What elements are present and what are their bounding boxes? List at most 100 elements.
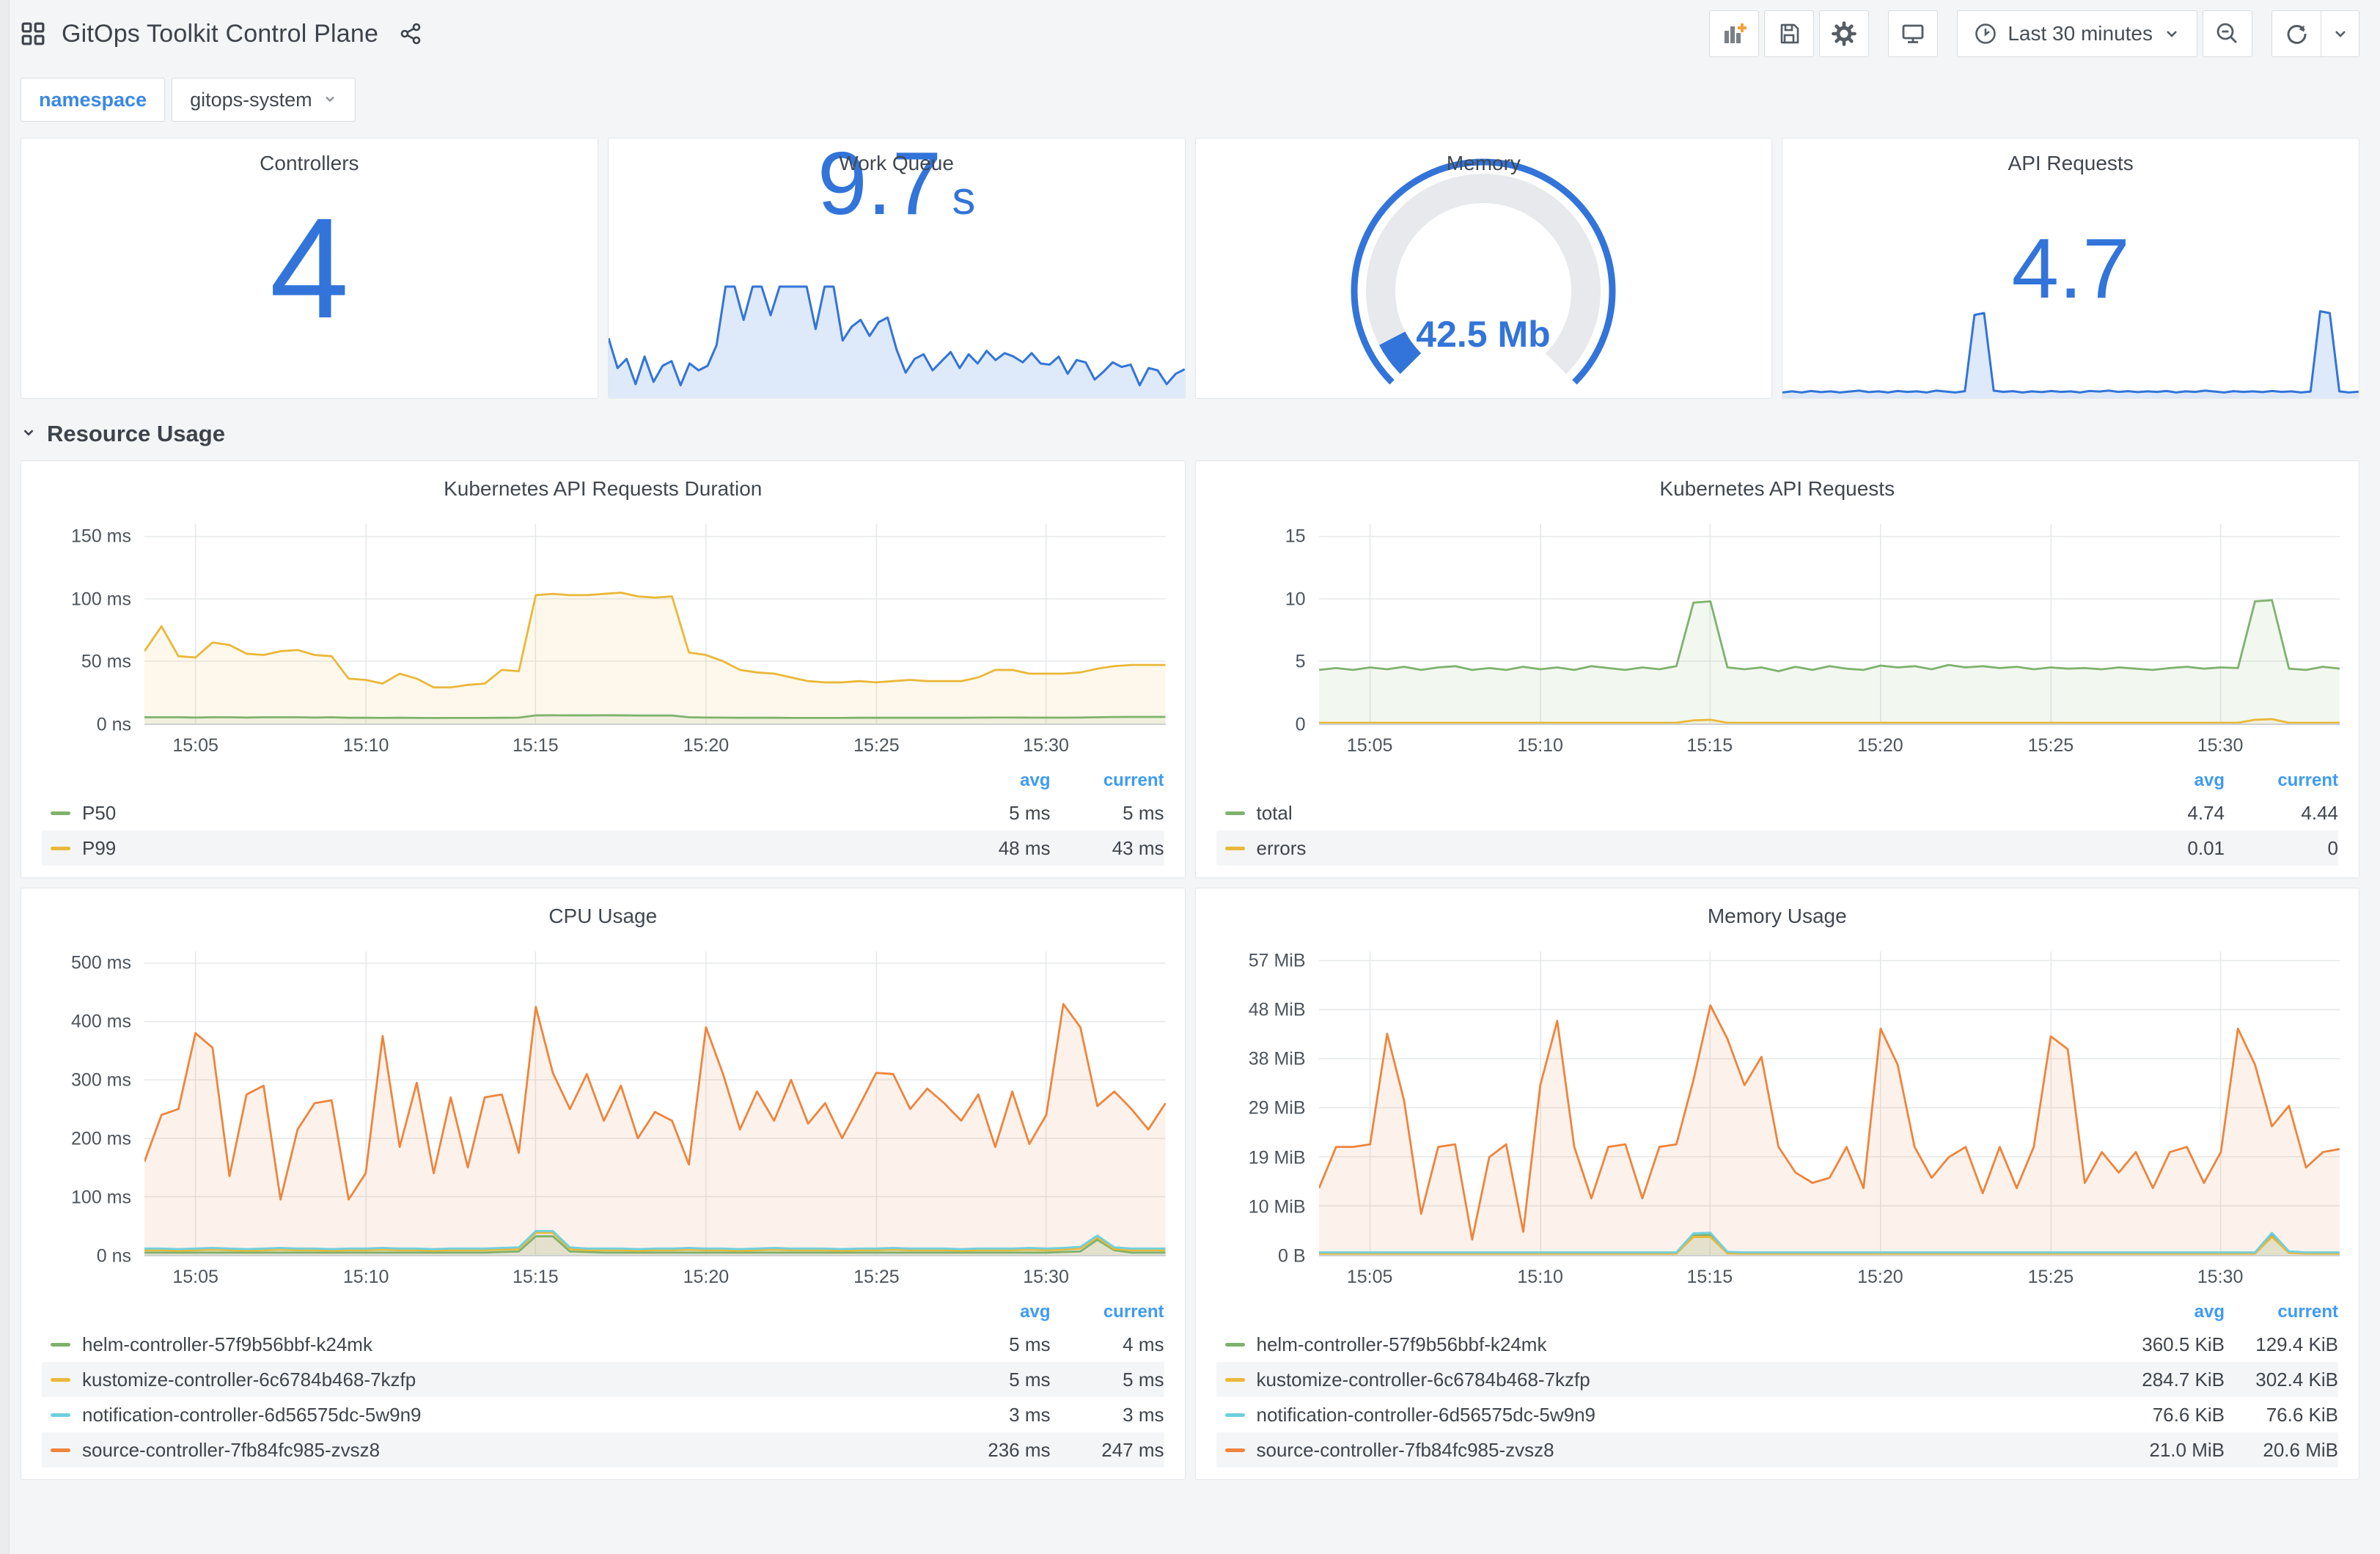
panel-title[interactable]: API Requests xyxy=(1782,139,2359,175)
y-tick-label: 0 xyxy=(1295,714,1306,735)
legend-series-name[interactable]: notification-controller-6d56575dc-5w9n9 xyxy=(1257,1404,2130,1426)
plot-area[interactable]: 15:05 15:10 15:15 15:20 15:25 15:30 xyxy=(1318,524,2340,756)
chart-canvas xyxy=(144,951,1166,1255)
legend-row: source-controller-7fb84fc985-zvsz8 236 ms… xyxy=(42,1432,1164,1468)
legend-col-current[interactable]: current xyxy=(2225,1302,2338,1322)
legend-col-avg[interactable]: avg xyxy=(2129,770,2225,791)
y-tick-label: 57 MiB xyxy=(1248,950,1306,971)
legend-current-value: 20.6 MiB xyxy=(2263,1438,2338,1461)
series-color-dash xyxy=(1224,846,1245,850)
x-tick-label: 15:15 xyxy=(513,1267,559,1287)
panel-title[interactable]: Memory xyxy=(1196,139,1772,175)
dashboard-title[interactable]: GitOps Toolkit Control Plane xyxy=(62,20,378,48)
legend-col-avg[interactable]: avg xyxy=(955,1302,1050,1322)
legend-col-avg[interactable]: avg xyxy=(2129,1302,2225,1322)
series-color-dash xyxy=(51,846,70,850)
legend-series-name[interactable]: source-controller-7fb84fc985-zvsz8 xyxy=(82,1439,955,1462)
refresh-button[interactable] xyxy=(2271,10,2321,57)
panel-title[interactable]: CPU Usage xyxy=(36,900,1170,928)
series-color-dash xyxy=(51,1377,70,1382)
save-button[interactable] xyxy=(1764,10,1815,57)
plot-area[interactable]: 15:05 15:10 15:15 15:20 15:25 15:30 xyxy=(1318,951,2340,1287)
section-title: Resource Usage xyxy=(47,421,225,446)
legend-col-current[interactable]: current xyxy=(1051,1302,1164,1322)
legend-series-name[interactable]: P99 xyxy=(82,837,955,860)
series-color-dash xyxy=(1224,1448,1245,1452)
x-tick-label: 15:25 xyxy=(2027,735,2074,756)
legend-current-value: 3 ms xyxy=(1123,1403,1164,1426)
legend: avg current P50 5 ms 5 ms P99 48 ms 43 ms xyxy=(36,766,1170,866)
legend-avg-value: 76.6 KiB xyxy=(2152,1403,2225,1426)
x-tick-label: 15:05 xyxy=(172,1267,218,1287)
y-tick-label: 150 ms xyxy=(71,526,131,547)
panel-api-requests: API Requests 4.7 xyxy=(1782,138,2359,399)
tv-button[interactable] xyxy=(1888,10,1939,57)
legend-series-name[interactable]: source-controller-7fb84fc985-zvsz8 xyxy=(1257,1439,2130,1462)
legend-col-current[interactable]: current xyxy=(1051,770,1164,791)
y-tick-label: 200 ms xyxy=(71,1128,131,1149)
variable-label-namespace[interactable]: namespace xyxy=(21,78,166,122)
legend-current-value: 0 xyxy=(2327,836,2338,859)
legend-current-value: 4.44 xyxy=(2301,801,2338,824)
legend-current-value: 43 ms xyxy=(1112,836,1164,859)
series-color-dash xyxy=(51,1448,70,1452)
panel-title[interactable]: Memory Usage xyxy=(1211,900,2345,928)
chevron-down-icon xyxy=(21,424,37,444)
y-tick-label: 0 ns xyxy=(96,714,131,735)
chart-canvas xyxy=(144,524,1166,723)
plot-area[interactable]: 15:05 15:10 15:15 15:20 15:25 15:30 xyxy=(144,524,1166,756)
legend-series-name[interactable]: helm-controller-57f9b56bbf-k24mk xyxy=(82,1333,955,1356)
y-tick-label: 300 ms xyxy=(71,1069,131,1091)
legend-row: helm-controller-57f9b56bbf-k24mk 360.5 Ki… xyxy=(1216,1327,2338,1362)
panel-title[interactable]: Kubernetes API Requests xyxy=(1211,473,2345,501)
legend-series-name[interactable]: kustomize-controller-6c6784b468-7kzfp xyxy=(82,1369,955,1391)
panel-memory: Memory 42.5 Mb xyxy=(1194,138,1773,399)
series-color-dash xyxy=(51,1342,70,1347)
variable-value-dropdown[interactable]: gitops-system xyxy=(172,78,356,122)
share-icon[interactable] xyxy=(399,22,422,45)
time-range-label: Last 30 minutes xyxy=(2008,22,2153,45)
zoom-out-button[interactable] xyxy=(2203,10,2252,57)
legend-avg-value: 360.5 KiB xyxy=(2142,1333,2225,1355)
x-tick-label: 15:25 xyxy=(853,1267,900,1287)
panel-title[interactable]: Kubernetes API Requests Duration xyxy=(36,473,1170,501)
panel-title[interactable]: Work Queue xyxy=(609,139,1185,175)
add-panel-button[interactable] xyxy=(1709,10,1760,57)
apps-icon[interactable] xyxy=(21,21,45,46)
legend-series-name[interactable]: notification-controller-6d56575dc-5w9n9 xyxy=(82,1404,955,1426)
legend-series-name[interactable]: helm-controller-57f9b56bbf-k24mk xyxy=(1257,1333,2130,1356)
variable-value-label: gitops-system xyxy=(190,88,312,111)
chevron-down-icon xyxy=(323,89,337,111)
legend-series-name[interactable]: errors xyxy=(1257,837,2130,860)
legend-series-name[interactable]: total xyxy=(1257,802,2130,825)
y-tick-label: 0 ns xyxy=(96,1245,131,1267)
y-tick-label: 400 ms xyxy=(71,1011,131,1032)
legend-header: avg current xyxy=(42,766,1164,795)
time-picker-button[interactable]: Last 30 minutes xyxy=(1957,10,2197,57)
legend-col-current[interactable]: current xyxy=(2225,770,2338,791)
panel-work-queue: Work Queue 9.7 s xyxy=(607,138,1186,399)
gauge-canvas: 42.5 Mb xyxy=(1351,158,1616,385)
legend-col-avg[interactable]: avg xyxy=(955,770,1050,791)
refresh-dropdown-button[interactable] xyxy=(2321,10,2359,57)
legend-series-name[interactable]: kustomize-controller-6c6784b468-7kzfp xyxy=(1257,1369,2130,1391)
legend-row: source-controller-7fb84fc985-zvsz8 21.0 M… xyxy=(1216,1432,2338,1468)
legend-avg-value: 5 ms xyxy=(1009,1368,1051,1391)
x-tick-label: 15:25 xyxy=(2027,1267,2074,1287)
legend-series-name[interactable]: P50 xyxy=(82,802,955,825)
y-axis: 0 5 10 15 xyxy=(1211,524,1319,735)
panel-title[interactable]: Controllers xyxy=(21,139,598,175)
x-tick-label: 15:15 xyxy=(1686,735,1733,756)
legend-row: kustomize-controller-6c6784b468-7kzfp 5 m… xyxy=(42,1362,1164,1397)
y-tick-label: 29 MiB xyxy=(1248,1097,1306,1119)
section-resource-usage[interactable]: Resource Usage xyxy=(0,399,2380,447)
panel-k8s-api-requests: Kubernetes API Requests 0 5 10 15 15:05 15:1… xyxy=(1194,460,2359,878)
legend-current-value: 76.6 KiB xyxy=(2266,1403,2338,1426)
legend-current-value: 247 ms xyxy=(1101,1438,1164,1461)
clock-icon xyxy=(1974,22,1997,45)
x-tick-label: 15:15 xyxy=(1686,1267,1733,1287)
settings-button[interactable] xyxy=(1819,10,1870,57)
x-tick-label: 15:20 xyxy=(683,735,730,756)
plot-area[interactable]: 15:05 15:10 15:15 15:20 15:25 15:30 xyxy=(144,951,1166,1287)
legend: avg current helm-controller-57f9b56bbf-k24… xyxy=(1211,1297,2345,1468)
